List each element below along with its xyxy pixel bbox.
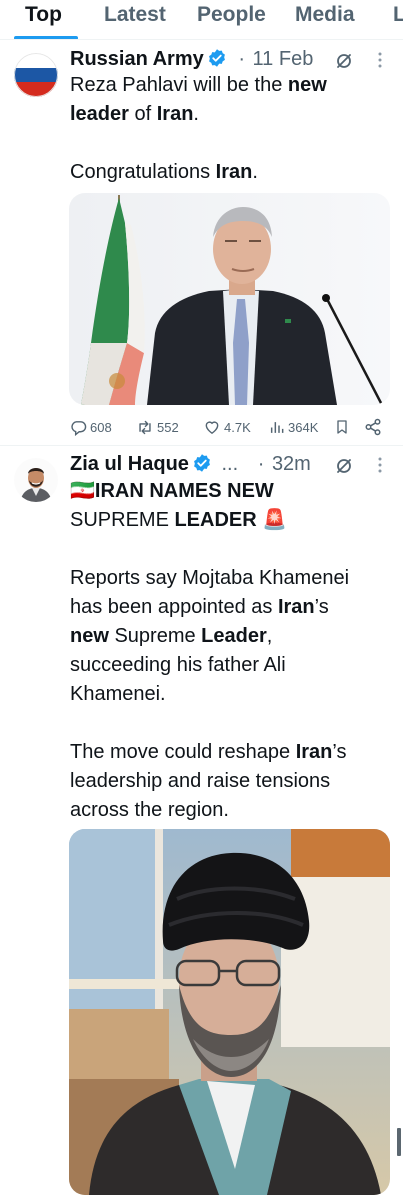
bookmark-button[interactable] bbox=[334, 415, 350, 439]
reply-button[interactable]: 608 bbox=[70, 415, 112, 439]
dot-separator: · bbox=[238, 48, 245, 70]
highlighted-term: leader bbox=[70, 103, 129, 125]
tweet-image[interactable] bbox=[69, 193, 390, 405]
highlighted-term: Iran bbox=[215, 161, 253, 183]
repost-button[interactable]: 552 bbox=[136, 415, 179, 439]
text-line: Reza Pahlavi will be the new bbox=[70, 71, 392, 100]
highlighted-term: IRAN NAMES NEW bbox=[94, 480, 274, 502]
text-line: new Supreme Leader, bbox=[70, 622, 392, 651]
avatar[interactable] bbox=[14, 458, 58, 502]
text-span: has been appointed as bbox=[70, 596, 278, 618]
highlighted-term: Leader bbox=[201, 625, 267, 647]
author-name[interactable]: Zia ul Haque bbox=[70, 453, 189, 475]
reply-count: 608 bbox=[90, 419, 112, 435]
text-span: . bbox=[252, 161, 258, 183]
text-line: SUPREME LEADER 🚨 bbox=[70, 506, 392, 535]
like-count: 4.7K bbox=[224, 419, 251, 435]
highlighted-term: Iran bbox=[156, 103, 194, 125]
name-truncation: ... bbox=[221, 453, 239, 475]
text-span: leadership and raise tensions bbox=[70, 770, 331, 792]
views-chart-icon bbox=[269, 419, 285, 436]
tweet-header: Russian Army · 11 Feb bbox=[70, 48, 313, 72]
bookmark-icon bbox=[334, 418, 350, 436]
text-span: ’s bbox=[314, 596, 329, 618]
highlighted-term: new bbox=[70, 625, 109, 647]
text-line: Khamenei. bbox=[70, 680, 392, 709]
tweet-timestamp[interactable]: 11 Feb bbox=[253, 48, 314, 70]
repost-count: 552 bbox=[157, 419, 179, 435]
more-options-icon[interactable] bbox=[375, 52, 385, 71]
text-span: 🇮🇷 bbox=[70, 480, 95, 502]
tweet-text: 🇮🇷IRAN NAMES NEW SUPREME LEADER 🚨 Reports … bbox=[70, 477, 392, 825]
text-line: Congratulations Iran. bbox=[70, 158, 392, 187]
highlighted-term: Iran bbox=[295, 741, 333, 763]
tweet-text: Reza Pahlavi will be the new leader of Ir… bbox=[70, 71, 392, 187]
text-span: Khamenei. bbox=[70, 683, 166, 705]
text-span: succeeding his father Ali bbox=[70, 654, 286, 676]
text-line: across the region. bbox=[70, 796, 392, 825]
highlighted-term: LEADER bbox=[174, 509, 257, 531]
text-span: Reza Pahlavi will be the bbox=[70, 74, 288, 96]
text-line: Reports say Mojtaba Khamenei bbox=[70, 564, 392, 593]
text-line: 🇮🇷IRAN NAMES NEW bbox=[70, 477, 392, 506]
tweet[interactable]: Russian Army · 11 Feb Reza Pahlavi will … bbox=[0, 0, 403, 446]
text-span: , bbox=[266, 625, 273, 647]
text-line bbox=[70, 535, 392, 564]
text-line: has been appointed as Iran’s bbox=[70, 593, 392, 622]
text-line bbox=[70, 129, 392, 158]
more-options-icon[interactable] bbox=[375, 457, 385, 476]
text-line: The move could reshape Iran’s bbox=[70, 738, 392, 767]
text-line bbox=[70, 709, 392, 738]
text-line: leader of Iran. bbox=[70, 100, 392, 129]
dot-separator: · bbox=[257, 453, 265, 475]
text-span: Supreme bbox=[108, 625, 202, 647]
verified-badge-icon bbox=[192, 453, 212, 479]
text-span: . bbox=[193, 103, 199, 125]
text-span: Reports say Mojtaba Khamenei bbox=[70, 567, 350, 589]
heart-icon bbox=[203, 419, 221, 436]
text-span: 🚨 bbox=[256, 509, 288, 531]
reply-icon bbox=[70, 419, 87, 436]
text-line: leadership and raise tensions bbox=[70, 767, 392, 796]
text-span: Congratulations bbox=[70, 161, 216, 183]
repost-icon bbox=[136, 419, 154, 436]
author-name[interactable]: Russian Army bbox=[70, 48, 204, 70]
text-span: across the region. bbox=[70, 799, 229, 821]
like-button[interactable]: 4.7K bbox=[203, 415, 251, 439]
text-span: of bbox=[128, 103, 157, 125]
highlighted-term: new bbox=[287, 74, 327, 96]
scrollbar-thumb[interactable] bbox=[397, 1128, 401, 1156]
text-line: succeeding his father Ali bbox=[70, 651, 392, 680]
share-icon bbox=[364, 418, 382, 436]
tweet-timestamp[interactable]: 32m bbox=[272, 453, 311, 475]
text-span: The move could reshape bbox=[70, 741, 296, 763]
share-button[interactable] bbox=[364, 415, 382, 439]
avatar[interactable] bbox=[14, 53, 58, 97]
text-span: ’s bbox=[332, 741, 347, 763]
tweet-header: Zia ul Haque ... · 32m bbox=[70, 453, 311, 477]
tweet-actions: 608 552 4.7K 364K bbox=[70, 415, 390, 439]
tweet-image[interactable] bbox=[69, 829, 390, 1195]
text-span: SUPREME bbox=[70, 509, 175, 531]
tweet[interactable]: Zia ul Haque ... · 32m 🇮🇷IRAN NAMES NEW S… bbox=[0, 446, 403, 1200]
highlighted-term: Iran bbox=[277, 596, 315, 618]
views-button[interactable]: 364K bbox=[269, 415, 318, 439]
view-count: 364K bbox=[288, 419, 319, 435]
